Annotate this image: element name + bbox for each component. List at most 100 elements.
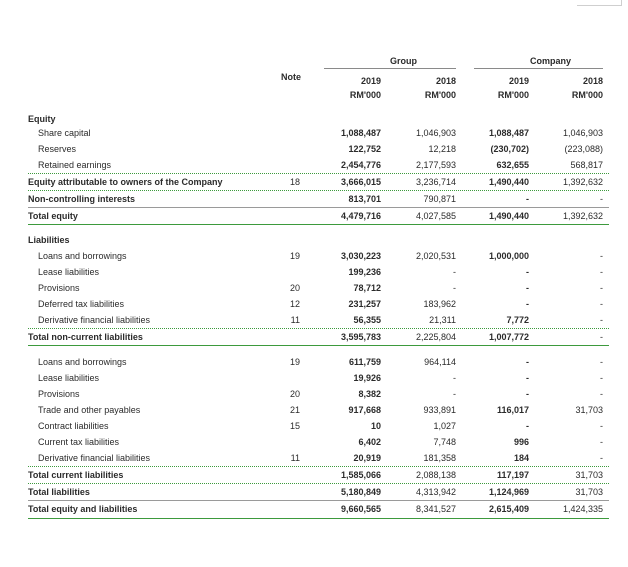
section-equity: Equity: [28, 114, 56, 124]
row-note: 20: [289, 283, 300, 293]
cell-company-2019: 116,017: [496, 405, 529, 415]
row-label: Retained earnings: [38, 160, 112, 170]
section-end-rule: [28, 345, 609, 346]
cell-company-2019: (230,702): [490, 144, 529, 154]
row-label: Deferred tax liabilities: [38, 299, 125, 309]
row-note: 20: [289, 389, 300, 399]
table-row: Reserves 122,752 12,218 (230,702) (223,0…: [28, 142, 609, 158]
cell-group-2019: 4,479,716: [340, 211, 381, 221]
table-end-rule: [28, 518, 609, 519]
table-row: Total liabilities 5,180,849 4,313,942 1,…: [28, 485, 609, 501]
table-row: Total non-current liabilities 3,595,783 …: [28, 330, 609, 346]
row-label: Total current liabilities: [28, 470, 124, 480]
cell-group-2018: -: [453, 373, 456, 383]
cell-company-2018: -: [600, 421, 603, 431]
cell-company-2019: -: [526, 267, 529, 277]
cell-company-2019: 1,490,440: [488, 177, 529, 187]
row-label: Reserves: [38, 144, 77, 154]
row-label: Equity attributable to owners of the Com…: [28, 177, 223, 187]
cell-group-2019: 3,030,223: [340, 251, 381, 261]
table-row: Contract liabilities 15 10 1,027 - -: [28, 419, 609, 435]
cell-company-2019: 1,007,772: [488, 332, 529, 342]
cell-group-2019: 813,701: [348, 194, 381, 204]
table-row: Equity attributable to owners of the Com…: [28, 175, 609, 191]
table-row: Retained earnings 2,454,776 2,177,593 63…: [28, 158, 609, 174]
table-row: Current tax liabilities 6,402 7,748 996 …: [28, 435, 609, 451]
table-row: Derivative financial liabilities 11 20,9…: [28, 451, 609, 467]
row-label: Trade and other payables: [38, 405, 141, 415]
cell-company-2019: 184: [513, 453, 529, 463]
section-liabilities: Liabilities: [28, 235, 70, 245]
year-header-group-2018: 2018: [435, 76, 456, 86]
cell-group-2018: 964,114: [424, 357, 456, 367]
cell-company-2019: 996: [513, 437, 529, 447]
cell-company-2018: -: [600, 389, 603, 399]
row-label: Total liabilities: [28, 487, 90, 497]
cell-company-2018: 568,817: [570, 160, 603, 170]
table-row: Provisions 20 8,382 - - -: [28, 387, 609, 403]
cell-group-2018: 7,748: [433, 437, 456, 447]
table-row: Lease liabilities 19,926 - - -: [28, 371, 609, 387]
cell-company-2018: 1,392,632: [562, 211, 603, 221]
row-note: 15: [289, 421, 300, 431]
table-row: Total current liabilities 1,585,066 2,08…: [28, 468, 609, 484]
cell-group-2019: 56,355: [353, 315, 381, 325]
cell-company-2019: -: [526, 421, 529, 431]
cell-company-2018: 31,703: [575, 487, 603, 497]
cell-group-2018: 3,236,714: [415, 177, 456, 187]
row-divider: [28, 483, 609, 484]
row-label: Derivative financial liabilities: [38, 315, 151, 325]
cell-group-2018: 21,311: [429, 315, 456, 325]
cell-company-2018: -: [600, 299, 603, 309]
cell-group-2019: 78,712: [353, 283, 381, 293]
cell-group-2018: -: [453, 267, 456, 277]
row-label: Contract liabilities: [38, 421, 109, 431]
cell-company-2019: 632,655: [496, 160, 529, 170]
cell-group-2018: 2,088,138: [415, 470, 456, 480]
row-note: 19: [289, 251, 300, 261]
cell-company-2018: -: [600, 357, 603, 367]
cell-group-2018: 1,027: [433, 421, 456, 431]
row-label: Provisions: [38, 283, 80, 293]
row-label: Total equity and liabilities: [28, 504, 138, 514]
cell-company-2019: 117,197: [496, 470, 529, 480]
cell-group-2018: 2,225,804: [415, 332, 456, 342]
cell-company-2019: 1,000,000: [488, 251, 529, 261]
row-note: 11: [290, 453, 300, 463]
table-row: Deferred tax liabilities 12 231,257 183,…: [28, 297, 609, 313]
row-label: Lease liabilities: [38, 373, 100, 383]
row-label: Total non-current liabilities: [28, 332, 143, 342]
cell-company-2019: -: [526, 389, 529, 399]
row-label: Derivative financial liabilities: [38, 453, 151, 463]
company-header-rule: [474, 68, 603, 69]
cell-company-2019: 2,615,409: [488, 504, 529, 514]
cell-company-2019: 1,088,487: [488, 128, 529, 138]
table-row: Non-controlling interests 813,701 790,87…: [28, 192, 609, 208]
row-label: Lease liabilities: [38, 267, 100, 277]
cell-group-2019: 6,402: [358, 437, 381, 447]
year-header-company-2019: 2019: [508, 76, 529, 86]
cell-group-2018: 933,891: [423, 405, 456, 415]
table-row: Provisions 20 78,712 - - -: [28, 281, 609, 297]
cell-company-2019: -: [526, 194, 529, 204]
cell-group-2018: 12,218: [428, 144, 456, 154]
cell-group-2019: 1,088,487: [340, 128, 381, 138]
cell-company-2018: 1,424,335: [562, 504, 603, 514]
cell-group-2018: 1,046,903: [415, 128, 456, 138]
cell-company-2019: -: [526, 299, 529, 309]
group-header-rule: [324, 68, 456, 69]
row-divider: [28, 466, 609, 467]
cell-company-2019: -: [526, 283, 529, 293]
cell-company-2019: 1,490,440: [488, 211, 529, 221]
cell-group-2018: -: [453, 389, 456, 399]
row-note: 11: [290, 315, 300, 325]
cell-group-2019: 2,454,776: [340, 160, 381, 170]
window-corner-frame: [577, 0, 622, 6]
table-row: Share capital 1,088,487 1,046,903 1,088,…: [28, 126, 609, 142]
section-end-rule: [28, 224, 609, 225]
row-label: Total equity: [28, 211, 78, 221]
cell-group-2019: 10: [370, 421, 381, 431]
cell-group-2019: 5,180,849: [340, 487, 381, 497]
row-divider: [28, 190, 609, 191]
row-note: 19: [289, 357, 300, 367]
